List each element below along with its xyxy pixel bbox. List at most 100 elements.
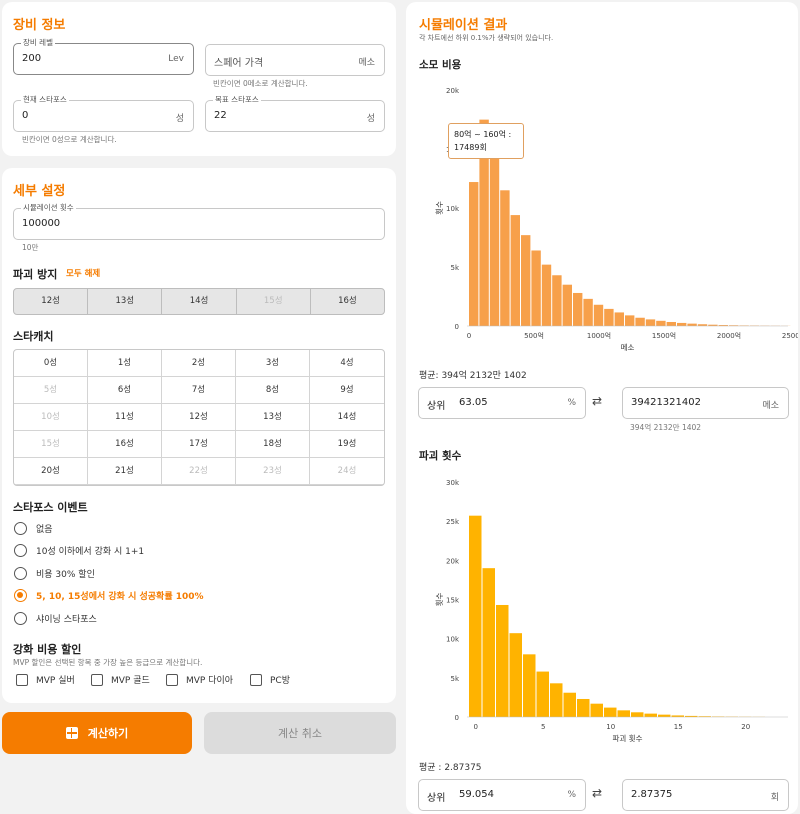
starcatch-23[interactable]: 23성 (236, 458, 310, 485)
results-subtitle: 각 차트에선 하위 0.1%가 생략되어 있습니다. (419, 34, 554, 42)
results-title: 시뮬레이션 결과 (419, 18, 508, 33)
x-tick-label: 0 (467, 332, 471, 340)
starcatch-14[interactable]: 14성 (310, 404, 384, 431)
protect-13[interactable]: 13성 (88, 289, 163, 314)
starcatch-24[interactable]: 24성 (310, 458, 384, 485)
event-option-success100[interactable]: 5, 10, 15성에서 강화 시 성공확률 100% (14, 586, 204, 604)
y-axis-label: 횟수 (434, 201, 444, 215)
protect-15[interactable]: 15성 (237, 289, 311, 314)
cost-value: 39421321402 (631, 397, 701, 408)
histogram-bar (482, 568, 495, 717)
current-star-field[interactable]: 현재 스타포스 0 성 (13, 95, 194, 132)
y-tick-label: 25k (446, 518, 460, 526)
radio-icon (14, 543, 27, 557)
x-axis-label: 파괴 횟수 (613, 733, 643, 743)
y-axis-label: 횟수 (434, 593, 444, 607)
y-tick-label: 10k (446, 636, 460, 644)
protect-title: 파괴 방지 (13, 268, 58, 281)
starcatch-8[interactable]: 8성 (236, 377, 310, 404)
starcatch-20[interactable]: 20성 (14, 458, 88, 485)
current-star-value: 0 (22, 110, 29, 121)
spare-price-placeholder: 스페어 가격 (214, 58, 264, 69)
starcatch-6[interactable]: 6성 (88, 377, 162, 404)
histogram-bar (573, 292, 583, 326)
histogram-bar (656, 320, 666, 326)
starcatch-19[interactable]: 19성 (310, 431, 384, 458)
current-star-unit: 성 (175, 114, 184, 124)
starcatch-7[interactable]: 7성 (162, 377, 236, 404)
sim-count-field[interactable]: 시뮬레이션 횟수 100000 (13, 203, 385, 240)
spare-price-field[interactable]: 스페어 가격 메소 (205, 44, 385, 76)
cost-value-field[interactable]: 39421321402 메소 (622, 387, 789, 419)
starcatch-1[interactable]: 1성 (88, 350, 162, 377)
event-option-label: 5, 10, 15성에서 강화 시 성공확률 100% (36, 591, 204, 602)
level-field[interactable]: 장비 레벨 200 Lev (13, 38, 194, 75)
histogram-bar (635, 317, 645, 326)
cost-percentile-field[interactable]: 상위 63.05 % (418, 387, 586, 419)
equip-card: 장비 정보 장비 레벨 200 Lev 스페어 가격 메소 빈칸이면 0메소로 … (2, 2, 396, 156)
event-option-discount[interactable]: 비용 30% 할인 (14, 564, 95, 582)
event-option-1plus1[interactable]: 10성 이하에서 강화 시 1+1 (14, 541, 144, 559)
y-tick-label: 5k (450, 675, 459, 683)
y-tick-label: 10k (446, 205, 460, 213)
cost-value-helper: 394억 2132만 1402 (630, 423, 702, 432)
histogram-bar (523, 654, 536, 717)
destroy-value: 2.87375 (631, 789, 673, 800)
destroy-value-field[interactable]: 2.87375 회 (622, 779, 789, 811)
histogram-bar (496, 604, 509, 717)
histogram-bar (469, 515, 482, 717)
destroy-percentile-unit: % (567, 790, 576, 800)
starcatch-title: 스타캐치 (13, 330, 54, 343)
sim-count-helper: 10만 (22, 243, 39, 252)
starcatch-11[interactable]: 11성 (88, 404, 162, 431)
destroy-percentile-field[interactable]: 상위 59.054 % (418, 779, 586, 811)
starcatch-12[interactable]: 12성 (162, 404, 236, 431)
starcatch-4[interactable]: 4성 (310, 350, 384, 377)
checkbox-icon (250, 673, 262, 686)
sim-count-label: 시뮬레이션 횟수 (21, 203, 76, 213)
calculate-label: 계산하기 (87, 727, 129, 740)
cost-title: 소모 비용 (419, 59, 462, 71)
cancel-button[interactable]: 계산 취소 (204, 712, 396, 754)
checkbox-label: MVP 다이아 (186, 676, 234, 686)
mvp-silver-checkbox[interactable]: MVP 실버 (16, 673, 75, 686)
y-tick-label: 20k (446, 87, 460, 95)
event-option-none[interactable]: 없음 (14, 519, 53, 537)
starcatch-21[interactable]: 21성 (88, 458, 162, 485)
detail-card: 세부 설정 시뮬레이션 횟수 100000 10만 파괴 방지 모두 해제 12… (2, 168, 396, 703)
starcatch-13[interactable]: 13성 (236, 404, 310, 431)
pc-room-checkbox[interactable]: PC방 (250, 673, 290, 686)
protect-12[interactable]: 12성 (14, 289, 89, 314)
cost-tooltip-count: 17489회 (454, 143, 487, 152)
starcatch-17[interactable]: 17성 (162, 431, 236, 458)
target-star-field[interactable]: 목표 스타포스 22 성 (205, 95, 385, 132)
starcatch-10[interactable]: 10성 (14, 404, 88, 431)
starcatch-2[interactable]: 2성 (162, 350, 236, 377)
starcatch-18[interactable]: 18성 (236, 431, 310, 458)
starcatch-16[interactable]: 16성 (88, 431, 162, 458)
starcatch-15[interactable]: 15성 (14, 431, 88, 458)
histogram-bar (509, 633, 522, 717)
starcatch-3[interactable]: 3성 (236, 350, 310, 377)
event-option-shining[interactable]: 샤이닝 스타포스 (14, 609, 97, 627)
starcatch-9[interactable]: 9성 (310, 377, 384, 404)
histogram-bar (583, 298, 593, 326)
histogram-bar (617, 710, 630, 717)
protect-16[interactable]: 16성 (311, 289, 384, 314)
mvp-gold-checkbox[interactable]: MVP 골드 (91, 673, 150, 686)
starcatch-5[interactable]: 5성 (14, 377, 88, 404)
x-tick-label: 10 (606, 723, 615, 731)
target-star-label: 목표 스타포스 (213, 95, 261, 105)
starcatch-22[interactable]: 22성 (162, 458, 236, 485)
protect-toggle-group: 12성 13성 14성 15성 16성 (13, 288, 385, 315)
histogram-bar (614, 312, 624, 326)
protect-clear-all-link[interactable]: 모두 해제 (66, 267, 100, 279)
histogram-bar (550, 683, 563, 717)
checkbox-icon (16, 673, 28, 686)
protect-14[interactable]: 14성 (162, 289, 237, 314)
histogram-bar (469, 182, 479, 326)
mvp-diamond-checkbox[interactable]: MVP 다이아 (166, 673, 233, 686)
starcatch-0[interactable]: 0성 (14, 350, 88, 377)
calculate-button[interactable]: 계산하기 (2, 712, 192, 754)
radio-icon (14, 521, 27, 535)
